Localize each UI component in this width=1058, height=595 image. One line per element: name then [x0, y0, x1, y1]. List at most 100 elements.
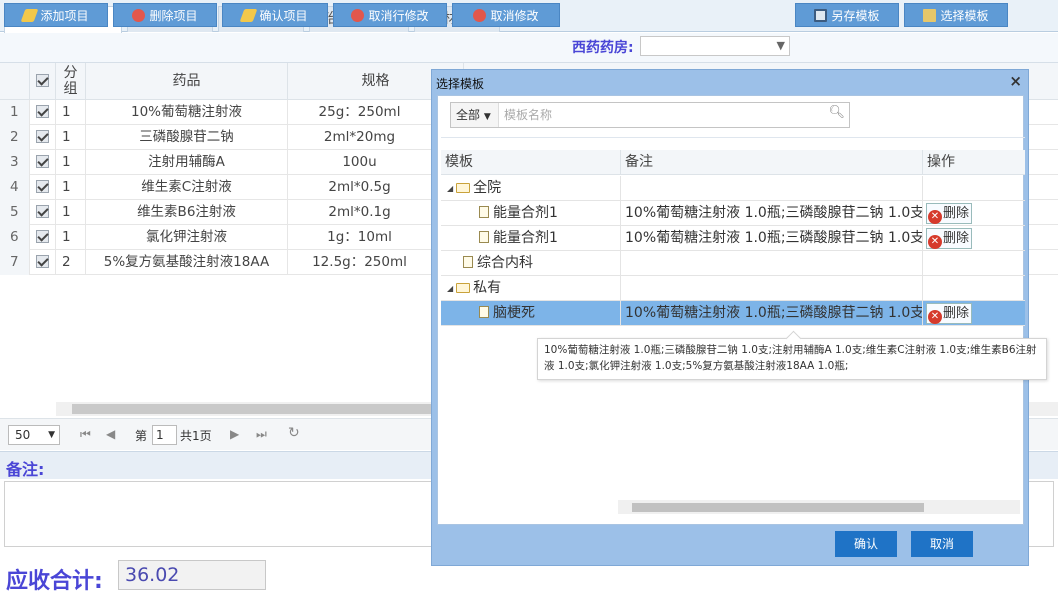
file-icon	[479, 231, 489, 243]
row-checkbox[interactable]	[36, 105, 49, 118]
select-all-checkbox[interactable]	[36, 74, 49, 87]
tree-horizontal-scrollbar[interactable]	[618, 500, 1020, 514]
cancel-row-edit-button[interactable]: 取消行修改	[333, 3, 447, 27]
row-checkbox[interactable]	[36, 230, 49, 243]
row-checkbox[interactable]	[36, 205, 49, 218]
expand-triangle-icon[interactable]: ◢	[447, 176, 453, 201]
scrollbar-thumb[interactable]	[632, 503, 924, 512]
folder-icon	[456, 283, 471, 293]
row-checkbox-cell[interactable]	[30, 125, 56, 150]
template-folder-row[interactable]: ◢ 私有	[441, 276, 1025, 301]
book-icon	[923, 9, 937, 22]
cancel-button[interactable]: 取消	[911, 531, 973, 557]
cancel-edit-button[interactable]: 取消修改	[452, 3, 560, 27]
page-number-input[interactable]: 1	[152, 425, 177, 445]
group-cell: 1	[56, 225, 86, 250]
close-circle-icon: ✕	[928, 310, 942, 324]
scope-dropdown[interactable]: 全部 ▼	[451, 103, 499, 127]
template-name: 私有	[473, 280, 502, 296]
delete-template-button[interactable]: ✕ 删除	[926, 203, 973, 224]
search-icon[interactable]: 🔍︎	[828, 105, 845, 120]
prev-page-icon[interactable]: ◀	[106, 427, 115, 441]
template-row[interactable]: 能量合剂1 10%葡萄糖注射液 1.0瓶;三磷酸腺苷二钠 1.0支; ✕ 删除	[441, 226, 1025, 251]
save-as-template-button[interactable]: 另存模板	[795, 3, 899, 27]
delete-item-button[interactable]: 删除项目	[113, 3, 217, 27]
row-checkbox-cell[interactable]	[30, 175, 56, 200]
floppy-disk-icon	[814, 9, 828, 22]
dialog-title: 选择模板	[436, 77, 485, 91]
template-remark-cell: 10%葡萄糖注射液 1.0瓶;三磷酸腺苷二钠 1.0支;	[621, 201, 923, 226]
close-circle-icon: ✕	[928, 235, 942, 249]
template-name-cell: ◢ 私有	[441, 276, 621, 301]
template-action-cell	[923, 276, 1025, 301]
row-checkbox[interactable]	[36, 255, 49, 268]
dialog-body: 全部 ▼ 模板名称 🔍︎ 模板 备注 操作 ◢ 全院 能量合剂1 10%葡萄糖注射液 …	[437, 95, 1025, 526]
delete-template-button[interactable]: ✕ 删除	[926, 303, 973, 324]
first-page-icon[interactable]: ⏮	[80, 427, 91, 442]
row-checkbox-cell[interactable]	[30, 100, 56, 125]
row-checkbox-cell[interactable]	[30, 150, 56, 175]
row-checkbox-cell[interactable]	[30, 250, 56, 275]
template-row[interactable]: 能量合剂1 10%葡萄糖注射液 1.0瓶;三磷酸腺苷二钠 1.0支; ✕ 删除	[441, 201, 1025, 226]
template-action-cell	[923, 251, 1025, 276]
group-cell: 1	[56, 175, 86, 200]
add-item-button[interactable]: 添加项目	[4, 3, 108, 27]
template-name: 能量合剂1	[493, 205, 558, 221]
row-number: 5	[0, 200, 30, 225]
select-template-dialog: 选择模板 × 全部 ▼ 模板名称 🔍︎ 模板 备注 操作 ◢ 全院 能量合剂1 10%…	[431, 69, 1029, 566]
drug-cell: 维生素B6注射液	[86, 200, 288, 225]
group-column-header: 分 组	[56, 63, 86, 100]
refresh-icon[interactable]: ↻	[288, 425, 300, 441]
delete-template-button[interactable]: ✕ 删除	[926, 228, 973, 249]
minus-circle-icon	[132, 9, 146, 22]
row-checkbox-cell[interactable]	[30, 200, 56, 225]
template-name-cell: 能量合剂1	[441, 226, 621, 251]
toolbar	[0, 33, 1058, 62]
confirm-item-button[interactable]: 确认项目	[222, 3, 328, 27]
template-search-input[interactable]: 模板名称	[504, 103, 552, 127]
group-cell: 1	[56, 100, 86, 125]
row-checkbox[interactable]	[36, 180, 49, 193]
spec-cell: 12.5g：250ml	[288, 250, 432, 275]
minus-circle-icon	[351, 9, 365, 22]
template-row[interactable]: 脑梗死 10%葡萄糖注射液 1.0瓶;三磷酸腺苷二钠 1.0支; ✕ 删除	[441, 301, 1025, 326]
file-icon	[479, 206, 489, 218]
select-all-header[interactable]	[30, 63, 56, 100]
total-value: 36.02	[118, 560, 266, 590]
template-folder-row[interactable]: 综合内科	[441, 251, 1025, 276]
row-number: 7	[0, 250, 30, 275]
template-name-cell: 综合内科	[441, 251, 621, 276]
minus-circle-icon	[473, 9, 487, 22]
template-name: 能量合剂1	[493, 230, 558, 246]
spec-cell: 25g：250ml	[288, 100, 432, 125]
last-page-icon[interactable]: ⏭	[256, 427, 267, 442]
template-action-cell: ✕ 删除	[923, 226, 1025, 251]
confirm-button[interactable]: 确认	[835, 531, 897, 557]
template-action-cell: ✕ 删除	[923, 201, 1025, 226]
template-action-cell	[923, 176, 1025, 201]
spec-cell: 2ml*20mg	[288, 125, 432, 150]
template-tree-grid: 模板 备注 操作 ◢ 全院 能量合剂1 10%葡萄糖注射液 1.0瓶;三磷酸腺苷二钠 …	[441, 137, 1025, 526]
row-number-header	[0, 63, 30, 100]
page-size-select[interactable]: 50 ▼	[8, 425, 60, 445]
row-number: 1	[0, 100, 30, 125]
template-remark-cell: 10%葡萄糖注射液 1.0瓶;三磷酸腺苷二钠 1.0支;	[621, 226, 923, 251]
pencil-icon	[21, 9, 39, 22]
template-filter: 全部 ▼ 模板名称 🔍︎	[450, 102, 850, 128]
group-cell: 1	[56, 125, 86, 150]
row-checkbox-cell[interactable]	[30, 225, 56, 250]
template-name: 脑梗死	[493, 305, 535, 321]
expand-triangle-icon[interactable]: ◢	[447, 276, 453, 301]
group-cell: 1	[56, 150, 86, 175]
template-folder-row[interactable]: ◢ 全院	[441, 176, 1025, 201]
remark-column-header: 备注	[621, 150, 923, 175]
group-cell: 2	[56, 250, 86, 275]
next-page-icon[interactable]: ▶	[230, 427, 239, 441]
close-icon[interactable]: ×	[1009, 72, 1022, 90]
row-checkbox[interactable]	[36, 130, 49, 143]
pharmacy-select[interactable]: ▼	[640, 36, 790, 56]
row-checkbox[interactable]	[36, 155, 49, 168]
template-name-cell: ◢ 全院	[441, 176, 621, 201]
scrollbar-thumb[interactable]	[72, 404, 452, 414]
select-template-button[interactable]: 选择模板	[904, 3, 1008, 27]
